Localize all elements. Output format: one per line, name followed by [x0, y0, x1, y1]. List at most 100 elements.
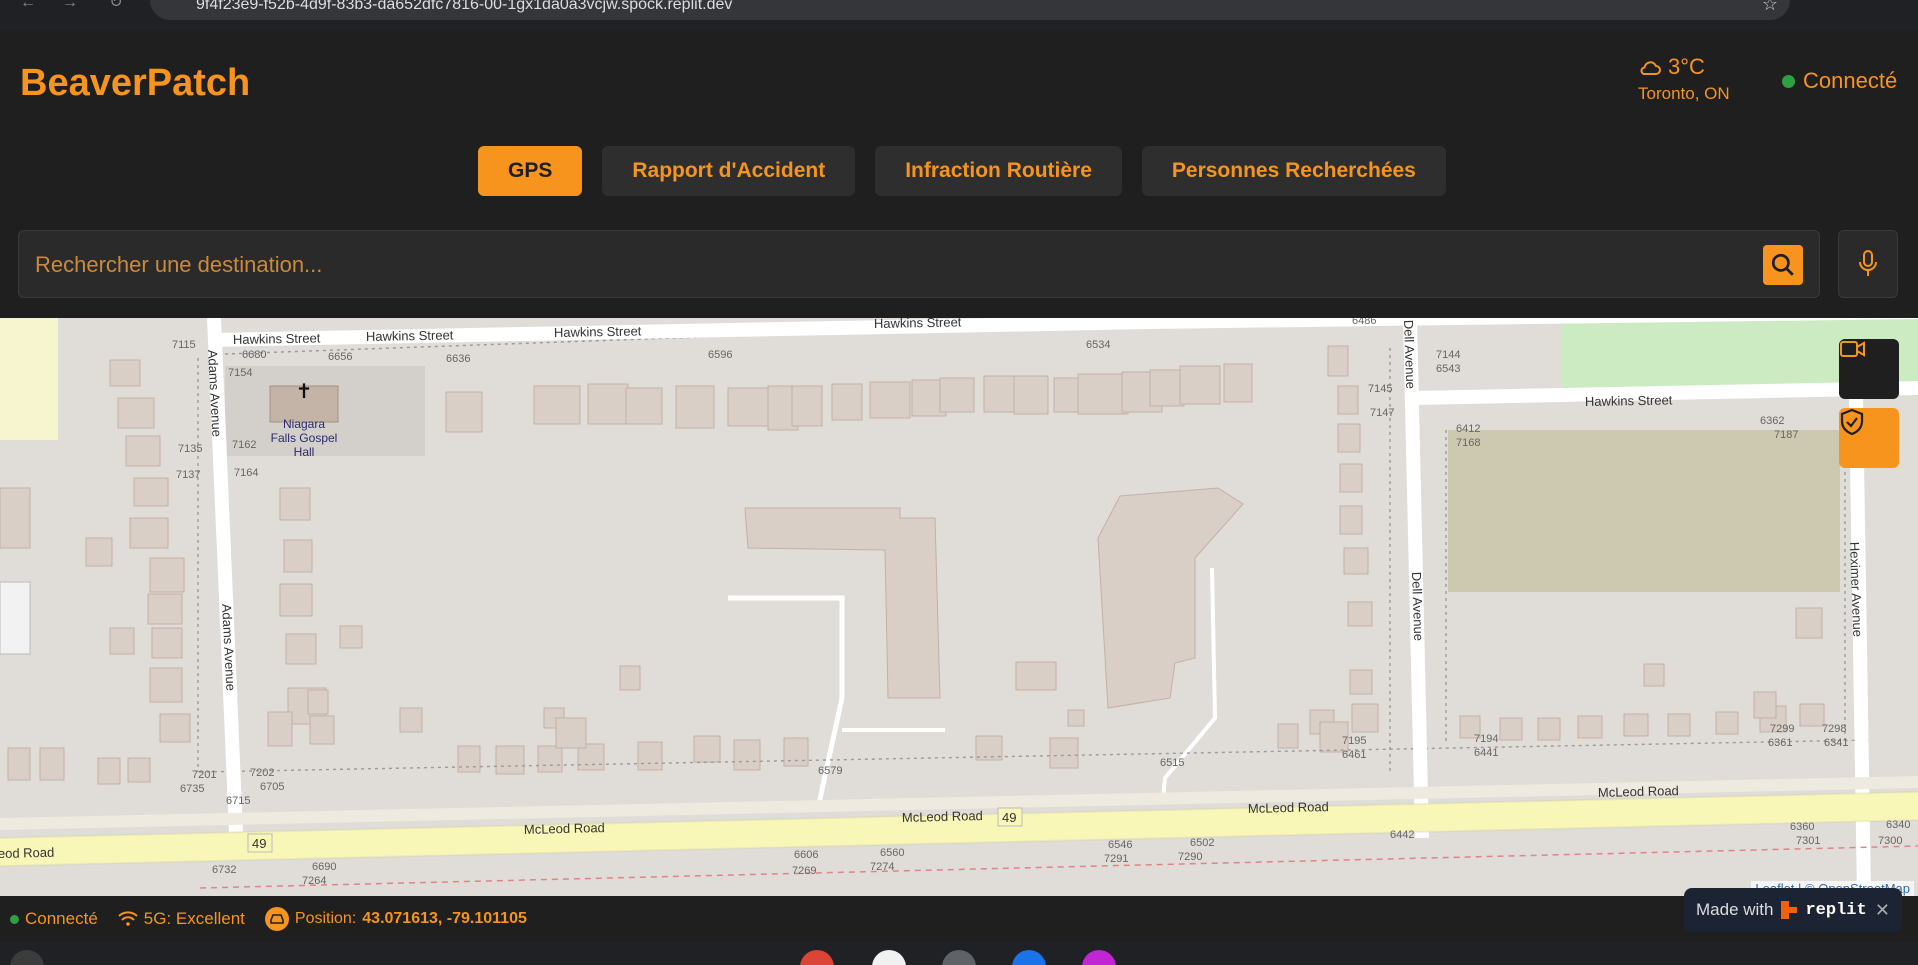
map-house-number: 6361	[1768, 737, 1792, 749]
map-house	[1339, 505, 1363, 535]
map-lot	[0, 581, 31, 655]
connection-status: Connecté	[1782, 68, 1897, 94]
map-house	[1277, 723, 1299, 749]
map-label-hawkins: Hawkins Street	[233, 330, 321, 347]
chrome-icon[interactable]	[800, 950, 834, 965]
map-house	[1179, 365, 1221, 405]
back-arrow-icon[interactable]: ←	[16, 0, 40, 14]
map-house-number: 6360	[1790, 821, 1814, 833]
map-house-number: 7145	[1368, 383, 1392, 395]
map-house	[457, 745, 481, 773]
map-house	[1077, 373, 1129, 415]
status-bar: Connecté 5G: Excellent Position: 43.0716…	[0, 896, 1918, 942]
map-house-number: 6461	[1342, 749, 1366, 761]
os-taskbar	[0, 942, 1918, 965]
map-house-number: 6362	[1760, 415, 1784, 427]
shield-button[interactable]	[1839, 408, 1899, 468]
map-house	[1013, 375, 1049, 415]
map-label-hawkins: Hawkins Street	[1585, 392, 1673, 409]
destination-search-input[interactable]	[35, 249, 1735, 281]
map-house	[307, 689, 329, 715]
camera-button[interactable]	[1839, 339, 1899, 399]
map-view[interactable]: Hawkins Street Hawkins Street Hawkins St…	[0, 318, 1918, 896]
map-house-number: 6341	[1824, 737, 1848, 749]
map-label-mcleod: McLeod Road	[902, 808, 983, 825]
map-house	[693, 735, 721, 763]
map-house	[791, 385, 823, 427]
map-house	[1343, 547, 1369, 575]
app-logo[interactable]: BeaverPatch	[20, 62, 250, 105]
launcher-icon[interactable]	[10, 950, 44, 965]
map-house	[1643, 663, 1665, 687]
map-house-number: 7298	[1822, 723, 1846, 735]
app-icon[interactable]	[942, 950, 976, 965]
map-house-number: 7115	[172, 339, 196, 351]
map-house	[1339, 463, 1363, 493]
map-house	[159, 713, 191, 743]
map-house-number: 6486	[1352, 318, 1376, 327]
map-house-number: 7187	[1774, 429, 1798, 441]
cloud-icon	[1640, 61, 1661, 75]
map-house	[109, 359, 141, 387]
tab-gps[interactable]: GPS	[478, 146, 583, 196]
weather-temperature: 3°C	[1668, 54, 1705, 79]
app-icon[interactable]	[1082, 950, 1116, 965]
map-house	[97, 757, 121, 785]
map-poi-label: Niagara	[283, 417, 325, 431]
reload-icon[interactable]: ↻	[104, 0, 128, 14]
browser-toolbar: ← → ↻ 9f4f23e9-f52b-4d9f-83b3-da652dfc78…	[0, 0, 1918, 30]
map-house-number: 6534	[1086, 339, 1110, 351]
map-house	[1337, 423, 1361, 453]
voice-search-button[interactable]	[1838, 230, 1898, 298]
url-text[interactable]: 9f4f23e9-f52b-4d9f-83b3-da652dfc7816-00-…	[196, 0, 732, 14]
position-label: Position:	[294, 910, 357, 927]
map-house-number: 7195	[1342, 735, 1366, 747]
map-house	[149, 667, 183, 703]
map-house-number: 6442	[1390, 829, 1414, 841]
map-house	[117, 397, 155, 429]
map-house	[1049, 737, 1079, 769]
search-icon	[1771, 253, 1794, 276]
tab-accident-report[interactable]: Rapport d'Accident	[602, 146, 856, 196]
car-icon	[264, 907, 289, 931]
map-route-shield: 49	[1002, 810, 1016, 825]
map-house-number: 7164	[234, 467, 258, 479]
map-house	[1337, 385, 1359, 415]
map-house-number: 7137	[176, 469, 200, 481]
map-label-dell: Dell Avenue	[1401, 320, 1418, 390]
map-label-mcleod: eod Road	[0, 845, 54, 861]
map-house	[727, 387, 769, 427]
map-house	[1799, 703, 1825, 727]
map-canvas[interactable]: Hawkins Street Hawkins Street Hawkins St…	[0, 318, 1918, 896]
tab-traffic-violation[interactable]: Infraction Routière	[875, 146, 1122, 196]
map-house-number: 6636	[446, 353, 470, 365]
map-house	[1067, 709, 1085, 727]
search-bar	[18, 230, 1820, 298]
bookmark-star-icon[interactable]: ☆	[1762, 0, 1778, 15]
tab-wanted-persons[interactable]: Personnes Recherchées	[1141, 146, 1446, 196]
cross-icon: ✝	[296, 381, 313, 403]
map-house	[1667, 713, 1691, 737]
close-icon[interactable]: ✕	[1875, 900, 1890, 921]
map-house	[1795, 607, 1823, 639]
map-house-number: 6502	[1190, 837, 1214, 849]
map-house-number: 7290	[1178, 851, 1202, 863]
map-house	[1499, 717, 1523, 741]
map-house	[733, 739, 761, 771]
map-house-number: 7274	[870, 861, 894, 873]
map-label-hawkins: Hawkins Street	[554, 323, 642, 340]
map-house-number: 6579	[818, 765, 842, 777]
map-house	[555, 717, 587, 749]
app-icon[interactable]	[872, 950, 906, 965]
replit-badge[interactable]: Made with replit ✕	[1684, 888, 1902, 932]
map-house	[1349, 669, 1373, 695]
map-house	[1351, 703, 1379, 733]
map-house	[831, 383, 863, 421]
map-label-mcleod: McLeod Road	[524, 820, 605, 837]
position-value: 43.071613, -79.101105	[362, 910, 527, 927]
weather-widget: 3°C Toronto, ON	[1638, 54, 1730, 104]
search-button[interactable]	[1763, 245, 1803, 285]
map-house	[147, 593, 183, 625]
forward-arrow-icon[interactable]: →	[58, 0, 82, 14]
files-icon[interactable]	[1012, 950, 1046, 965]
